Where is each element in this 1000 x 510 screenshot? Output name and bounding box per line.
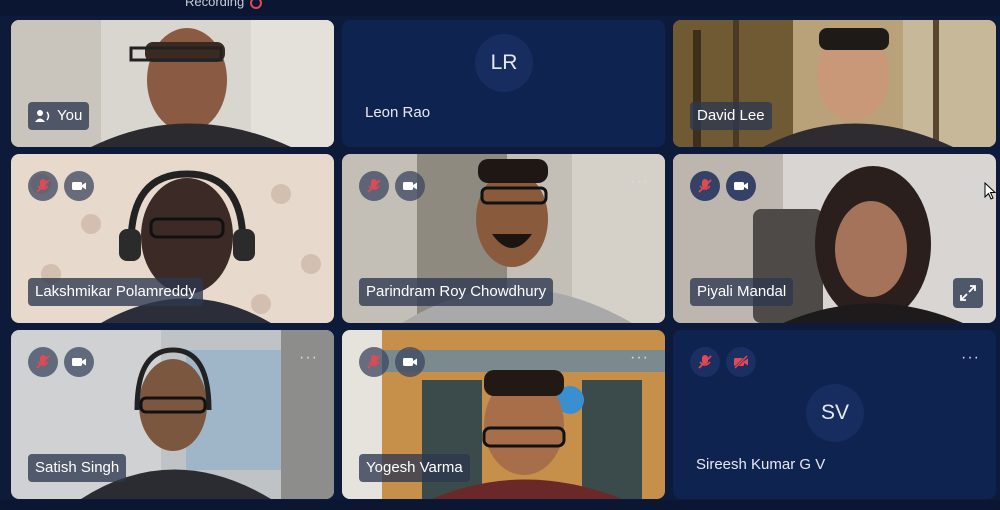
participant-tile-sireesh[interactable]: ··· SV Sireesh Kumar G V	[673, 330, 996, 499]
speaker-icon	[35, 110, 50, 123]
avatar: SV	[806, 384, 864, 442]
camera-icon	[403, 182, 417, 190]
camera-button[interactable]	[64, 171, 94, 201]
recording-indicator: Recording	[185, 0, 263, 9]
camera-icon	[734, 182, 748, 190]
mic-muted-button[interactable]	[690, 347, 720, 377]
mic-muted-button[interactable]	[359, 171, 389, 201]
camera-button[interactable]	[395, 347, 425, 377]
more-options-icon[interactable]: ···	[630, 350, 649, 366]
mic-muted-icon	[367, 179, 381, 193]
camera-icon	[403, 358, 417, 366]
mouse-cursor-icon	[984, 182, 996, 200]
mic-muted-icon	[698, 179, 712, 193]
camera-icon	[72, 358, 86, 366]
more-options-icon[interactable]: ···	[961, 350, 980, 366]
expand-icon	[960, 285, 976, 301]
participant-tile-you[interactable]: You	[11, 20, 334, 147]
mic-muted-icon	[36, 355, 50, 369]
participant-name-label: Yogesh Varma	[359, 454, 470, 482]
more-options-icon[interactable]: ···	[964, 174, 983, 190]
mic-muted-button[interactable]	[28, 171, 58, 201]
participant-tile-david-lee[interactable]: David Lee	[673, 20, 996, 147]
camera-icon	[72, 182, 86, 190]
top-bar: Recording	[0, 0, 1000, 16]
more-options-icon[interactable]: ···	[299, 174, 318, 190]
mic-muted-button[interactable]	[28, 347, 58, 377]
participant-name-label: Piyali Mandal	[690, 278, 794, 306]
participant-name-label: Satish Singh	[28, 454, 127, 482]
participant-tile-piyali[interactable]: ··· Piyali Mandal	[673, 154, 996, 323]
camera-button[interactable]	[726, 171, 756, 201]
participant-tile-parindram[interactable]: ··· Parindram Roy Chowdhury	[342, 154, 665, 323]
participant-tile-leon-rao[interactable]: LR Leon Rao	[342, 20, 665, 147]
mic-muted-button[interactable]	[690, 171, 720, 201]
camera-off-button[interactable]	[726, 347, 756, 377]
mic-muted-icon	[367, 355, 381, 369]
participant-name-label: You	[28, 102, 90, 130]
participant-name-label: David Lee	[690, 102, 772, 130]
bottom-bar	[0, 500, 1000, 510]
participant-name-label: Sireesh Kumar G V	[696, 456, 826, 473]
camera-button[interactable]	[64, 347, 94, 377]
expand-button[interactable]	[953, 278, 983, 308]
participant-name-label: Leon Rao	[365, 104, 431, 121]
participant-tile-lakshmikar[interactable]: ··· Lakshmikar Polamreddy	[11, 154, 334, 323]
participant-name-label: Lakshmikar Polamreddy	[28, 278, 203, 306]
camera-off-icon	[734, 355, 748, 369]
participant-tile-satish[interactable]: ··· Satish Singh	[11, 330, 334, 499]
more-options-icon[interactable]: ···	[299, 350, 318, 366]
participant-name-label: Parindram Roy Chowdhury	[359, 278, 554, 306]
camera-button[interactable]	[395, 171, 425, 201]
recording-label: Recording	[185, 0, 245, 9]
mic-muted-button[interactable]	[359, 347, 389, 377]
mic-muted-icon	[698, 355, 712, 369]
more-options-icon[interactable]: ···	[630, 174, 649, 190]
recording-icon	[250, 0, 263, 9]
mic-muted-icon	[36, 179, 50, 193]
avatar: LR	[475, 34, 533, 92]
participant-tile-yogesh[interactable]: ··· Yogesh Varma	[342, 330, 665, 499]
